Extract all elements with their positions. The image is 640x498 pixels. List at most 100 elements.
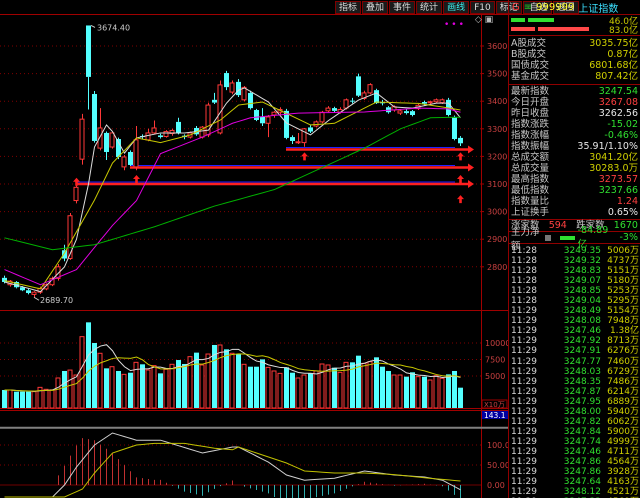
tick-row: 11:29 3247.95 6889万 — [509, 397, 640, 407]
volume-bar-down — [380, 366, 385, 408]
volume-bar-up — [295, 377, 301, 409]
menu-icon[interactable]: ≡ — [524, 2, 532, 13]
price-tick-label: 2800 — [487, 263, 507, 272]
candle-down — [104, 132, 109, 152]
stat-label: 今日开盘 — [511, 97, 550, 108]
stat-value: 3267.08 — [598, 97, 638, 108]
tick-time: 11:29 — [511, 396, 537, 407]
tick-volume: 7486万 — [607, 376, 639, 387]
turnover-bar — [528, 18, 554, 22]
stat-row: 最高指数 3273.57 — [509, 174, 640, 185]
stat-value: 0.65% — [607, 207, 638, 218]
stat-row: 指数量比 1.24 — [509, 196, 640, 207]
volume-bar-down — [260, 359, 265, 408]
candle-down — [404, 111, 409, 114]
window-icon[interactable]: ▣ — [485, 15, 494, 25]
tick-volume: 8713万 — [607, 336, 639, 347]
volume-bar-down — [14, 391, 19, 408]
stat-label: B股成交 — [511, 49, 547, 60]
candle-up — [109, 132, 115, 148]
moving-average-ma20 — [4, 107, 461, 286]
tick-price: 3248.35 — [563, 376, 601, 387]
tick-time: 11:29 — [511, 416, 537, 427]
tick-time: 11:29 — [511, 326, 537, 337]
price-tick-label: 3400 — [487, 97, 507, 106]
toggle-icon[interactable] — [545, 234, 551, 241]
stat-row: 今日开盘 3267.08 — [509, 97, 640, 108]
candle-down — [356, 76, 361, 96]
tick-row: 11:29 3247.92 8713万 — [509, 336, 640, 346]
volume-bar-down — [386, 370, 391, 408]
stat-label: 最高指数 — [511, 174, 550, 185]
tick-price: 3247.64 — [563, 477, 601, 488]
candle-down — [128, 151, 133, 165]
volume-bar-up — [427, 379, 433, 409]
volume-bar-up — [121, 373, 127, 409]
stat-row: A股成交 3035.75亿 — [509, 38, 640, 49]
tick-time: 11:28 — [511, 296, 537, 307]
volume-bar-up — [49, 389, 55, 409]
up-arrow-marker — [457, 195, 464, 204]
stat-value: 1.24 — [616, 196, 638, 207]
volume-bar-up — [97, 352, 103, 409]
tick-volume: 4711万 — [607, 446, 639, 457]
tick-row: 11:29 3247.82 6062万 — [509, 417, 640, 427]
turnover-bar — [538, 27, 589, 31]
volume-bar-up — [169, 363, 175, 409]
events-button[interactable]: 事件 — [389, 1, 416, 14]
tick-price: 3247.82 — [563, 416, 601, 427]
stat-row: 指数涨幅 -0.46% — [509, 130, 640, 141]
draw-line-button[interactable]: 画线 — [443, 1, 470, 14]
candle-down — [212, 99, 217, 103]
volume-tick-label: 10000 — [485, 339, 508, 348]
up-count: 594 — [548, 220, 567, 231]
kline-chart[interactable]: 3600 3500 3400 3300 3200 3100 3000 2900 2800 3674… — [0, 0, 508, 498]
volume-bar-down — [182, 363, 187, 408]
candle-down — [254, 110, 259, 120]
stat-label: 指数振幅 — [511, 141, 550, 152]
support-arrowhead — [468, 145, 474, 154]
tick-row: 11:29 3247.74 4999万 — [509, 437, 640, 447]
diamond-icon[interactable]: ◇ — [475, 15, 482, 25]
volume-bar-down — [374, 357, 379, 408]
overlay-button[interactable]: 叠加 — [362, 1, 389, 14]
candle-up — [319, 111, 325, 123]
volume-bar-up — [145, 369, 151, 409]
moving-average-ma5 — [4, 87, 461, 293]
tick-row: 11:29 3248.03 6729万 — [509, 367, 640, 377]
tick-list[interactable]: 11:28 3249.35 5006万 11:28 3249.32 4737万 11:28 3… — [509, 244, 640, 498]
stat-value: 35.91/1.10% — [577, 141, 638, 152]
volume-bar-up — [43, 388, 49, 409]
candle-up — [325, 107, 331, 112]
tick-time: 11:28 — [511, 256, 537, 267]
indicator-button[interactable]: 指标 — [335, 1, 362, 14]
stat-row: 昨日收盘 3262.56 — [509, 108, 640, 119]
volume-bar-down — [128, 372, 133, 408]
g-icon[interactable]: G — [512, 2, 520, 13]
volume-bar-down — [446, 374, 451, 408]
statistics-button[interactable]: 统计 — [416, 1, 443, 14]
up-arrow-marker — [457, 175, 464, 184]
tick-row: 11:29 3247.86 3928万 — [509, 467, 640, 477]
volume-bar-down — [458, 387, 463, 408]
tick-volume: 5151万 — [607, 266, 639, 277]
tick-price: 3247.46 — [563, 326, 601, 337]
tick-price: 3249.35 — [563, 246, 601, 256]
candle-up — [31, 291, 37, 295]
candle-down — [410, 111, 415, 115]
more-dots-icon[interactable]: ••• — [444, 20, 466, 30]
tick-volume: 6276万 — [607, 346, 639, 357]
volume-bar-up — [367, 361, 373, 409]
f10-button[interactable]: F10 — [470, 1, 495, 14]
stock-code: 999999 — [536, 1, 575, 13]
stat-row: 总成交额 3041.20亿 — [509, 152, 640, 163]
candle-up — [73, 186, 79, 202]
tick-time: 11:29 — [511, 306, 537, 317]
candle-up — [145, 132, 151, 141]
stat-row: 指数振幅 35.91/1.10% — [509, 141, 640, 152]
indicator-tick-label: 100.0 — [487, 441, 508, 450]
stat-value: 3035.75亿 — [589, 38, 638, 49]
stat-label: 最低指数 — [511, 185, 550, 196]
tick-time: 11:29 — [511, 356, 537, 367]
volume-bar-down — [248, 366, 253, 408]
